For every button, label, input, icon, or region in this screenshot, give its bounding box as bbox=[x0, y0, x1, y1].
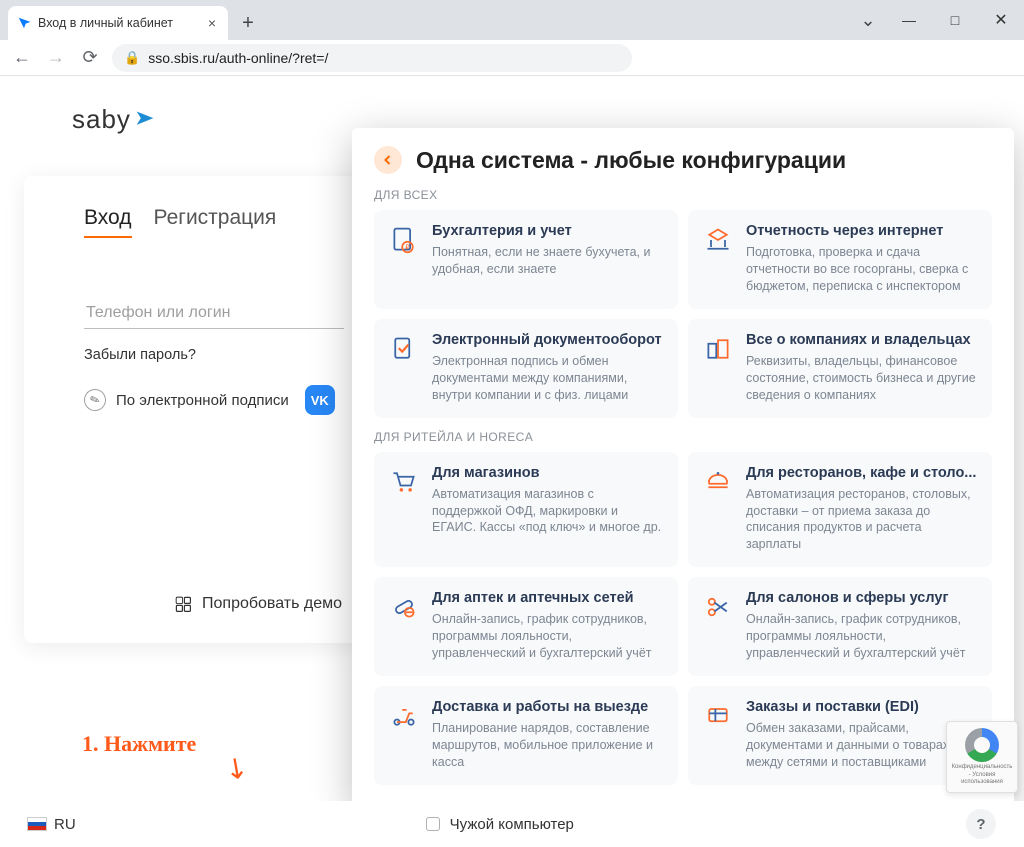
tab-favicon bbox=[16, 15, 32, 31]
recaptcha-badge: Конфиденциальность - Условия использован… bbox=[946, 721, 1018, 793]
card-title: Бухгалтерия и учет bbox=[432, 222, 664, 240]
address-bar: ← → ⟳ 🔒 sso.sbis.ru/auth-online/?ret=/ bbox=[0, 40, 1024, 76]
card-title: Отчетность через интернет bbox=[746, 222, 978, 240]
nav-back-icon[interactable]: ← bbox=[10, 47, 34, 68]
card-desc: Электронная подпись и обмен документами … bbox=[432, 353, 664, 404]
annotation-step-1: 1. Нажмите bbox=[82, 731, 196, 757]
card-title: Электронный документооборот bbox=[432, 331, 664, 349]
card-desc: Обмен заказами, прайсами, документами и … bbox=[746, 720, 978, 771]
recaptcha-text: Конфиденциальность - Условия использован… bbox=[951, 764, 1013, 786]
card-restaurants[interactable]: Для ресторанов, кафе и столо... Автомати… bbox=[688, 452, 992, 568]
card-desc: Реквизиты, владельцы, финансовое состоян… bbox=[746, 353, 978, 404]
tab-title: Вход в личный кабинет bbox=[38, 16, 173, 30]
cart-icon bbox=[388, 466, 420, 498]
esign-icon: ✎ bbox=[81, 386, 109, 414]
card-delivery[interactable]: Доставка и работы на выезде Планирование… bbox=[374, 686, 678, 785]
esign-link[interactable]: По электронной подписи bbox=[116, 392, 289, 409]
window-maximize[interactable]: □ bbox=[932, 0, 978, 40]
foreign-pc-checkbox[interactable] bbox=[426, 817, 440, 831]
tab-login[interactable]: Вход bbox=[84, 206, 132, 238]
panel-title: Одна система - любые конфигурации bbox=[416, 147, 846, 174]
card-reporting[interactable]: Отчетность через интернет Подготовка, пр… bbox=[688, 210, 992, 309]
vk-login-button[interactable]: VK bbox=[305, 385, 335, 415]
lock-icon: 🔒 bbox=[124, 50, 140, 66]
configurations-panel: Одна система - любые конфигурации ДЛЯ ВС… bbox=[352, 128, 1014, 807]
window-controls: ⌄ — □ ✕ bbox=[850, 0, 1024, 40]
brand-text: saby bbox=[72, 104, 131, 135]
svg-text:₽: ₽ bbox=[405, 244, 410, 252]
tab-close-icon[interactable]: × bbox=[204, 15, 220, 31]
brand-bird-icon bbox=[135, 109, 155, 135]
card-desc: Автоматизация магазинов с поддержкой ОФД… bbox=[432, 486, 664, 537]
card-salons[interactable]: Для салонов и сферы услуг Онлайн-запись,… bbox=[688, 577, 992, 676]
card-accounting[interactable]: ₽ Бухгалтерия и учет Понятная, если не з… bbox=[374, 210, 678, 309]
nav-reload-icon[interactable]: ⟳ bbox=[78, 47, 102, 68]
card-desc: Понятная, если не знаете бухучета, и удо… bbox=[432, 244, 664, 278]
cloche-icon bbox=[702, 466, 734, 498]
tab-overflow-icon[interactable]: ⌄ bbox=[850, 10, 886, 31]
tab-strip: Вход в личный кабинет × + bbox=[0, 0, 850, 40]
help-button[interactable]: ? bbox=[966, 809, 996, 839]
window-close[interactable]: ✕ bbox=[978, 0, 1024, 40]
brand-logo: saby bbox=[72, 104, 155, 135]
card-companies[interactable]: Все о компаниях и владельцах Реквизиты, … bbox=[688, 319, 992, 418]
buildings-icon bbox=[702, 333, 734, 365]
tab-register[interactable]: Регистрация bbox=[154, 206, 277, 238]
card-title: Для магазинов bbox=[432, 464, 664, 482]
card-edoc[interactable]: Электронный документооборот Электронная … bbox=[374, 319, 678, 418]
card-title: Заказы и поставки (EDI) bbox=[746, 698, 978, 716]
doc-ruble-icon: ₽ bbox=[388, 224, 420, 256]
section-retail-label: ДЛЯ РИТЕЙЛА И HORECA bbox=[374, 430, 992, 444]
card-title: Для ресторанов, кафе и столо... bbox=[746, 464, 978, 482]
card-desc: Подготовка, проверка и сдача отчетности … bbox=[746, 244, 978, 295]
try-demo-label: Попробовать демо bbox=[202, 595, 342, 613]
scooter-icon bbox=[388, 700, 420, 732]
language-selector[interactable]: RU bbox=[54, 816, 76, 833]
window-minimize[interactable]: — bbox=[886, 0, 932, 40]
page-body: saby Вход Регистрация Забыли пароль? ✎ П… bbox=[0, 76, 1024, 847]
card-title: Доставка и работы на выезде bbox=[432, 698, 664, 716]
box-exchange-icon bbox=[702, 700, 734, 732]
card-pharmacies[interactable]: Для аптек и аптечных сетей Онлайн-запись… bbox=[374, 577, 678, 676]
url-field[interactable]: 🔒 sso.sbis.ru/auth-online/?ret=/ bbox=[112, 44, 632, 72]
apps-grid-icon bbox=[176, 597, 190, 611]
card-title: Для салонов и сферы услуг bbox=[746, 589, 978, 607]
window-titlebar: Вход в личный кабинет × + ⌄ — □ ✕ bbox=[0, 0, 1024, 40]
annotation-arrow-1: ↘ bbox=[218, 747, 256, 787]
gov-report-icon bbox=[702, 224, 734, 256]
new-tab-button[interactable]: + bbox=[234, 9, 262, 37]
card-desc: Автоматизация ресторанов, столовых, дост… bbox=[746, 486, 978, 554]
card-title: Все о компаниях и владельцах bbox=[746, 331, 978, 349]
foreign-pc-label: Чужой компьютер bbox=[450, 816, 574, 833]
scissors-icon bbox=[702, 591, 734, 623]
browser-tab[interactable]: Вход в личный кабинет × bbox=[8, 6, 228, 40]
url-text: sso.sbis.ru/auth-online/?ret=/ bbox=[148, 50, 328, 66]
card-desc: Онлайн-запись, график сотрудников, прогр… bbox=[432, 611, 664, 662]
recaptcha-icon bbox=[965, 728, 999, 762]
card-title: Для аптек и аптечных сетей bbox=[432, 589, 664, 607]
panel-back-button[interactable] bbox=[374, 146, 402, 174]
card-desc: Планирование нарядов, составление маршру… bbox=[432, 720, 664, 771]
page-footer: RU Чужой компьютер ? bbox=[0, 801, 1024, 847]
card-shops[interactable]: Для магазинов Автоматизация магазинов с … bbox=[374, 452, 678, 568]
flag-ru-icon bbox=[28, 818, 46, 830]
nav-forward-icon: → bbox=[44, 47, 68, 68]
pill-icon bbox=[388, 591, 420, 623]
card-desc: Онлайн-запись, график сотрудников, прогр… bbox=[746, 611, 978, 662]
document-check-icon bbox=[388, 333, 420, 365]
login-input[interactable] bbox=[84, 298, 344, 329]
section-all-label: ДЛЯ ВСЕХ bbox=[374, 188, 992, 202]
